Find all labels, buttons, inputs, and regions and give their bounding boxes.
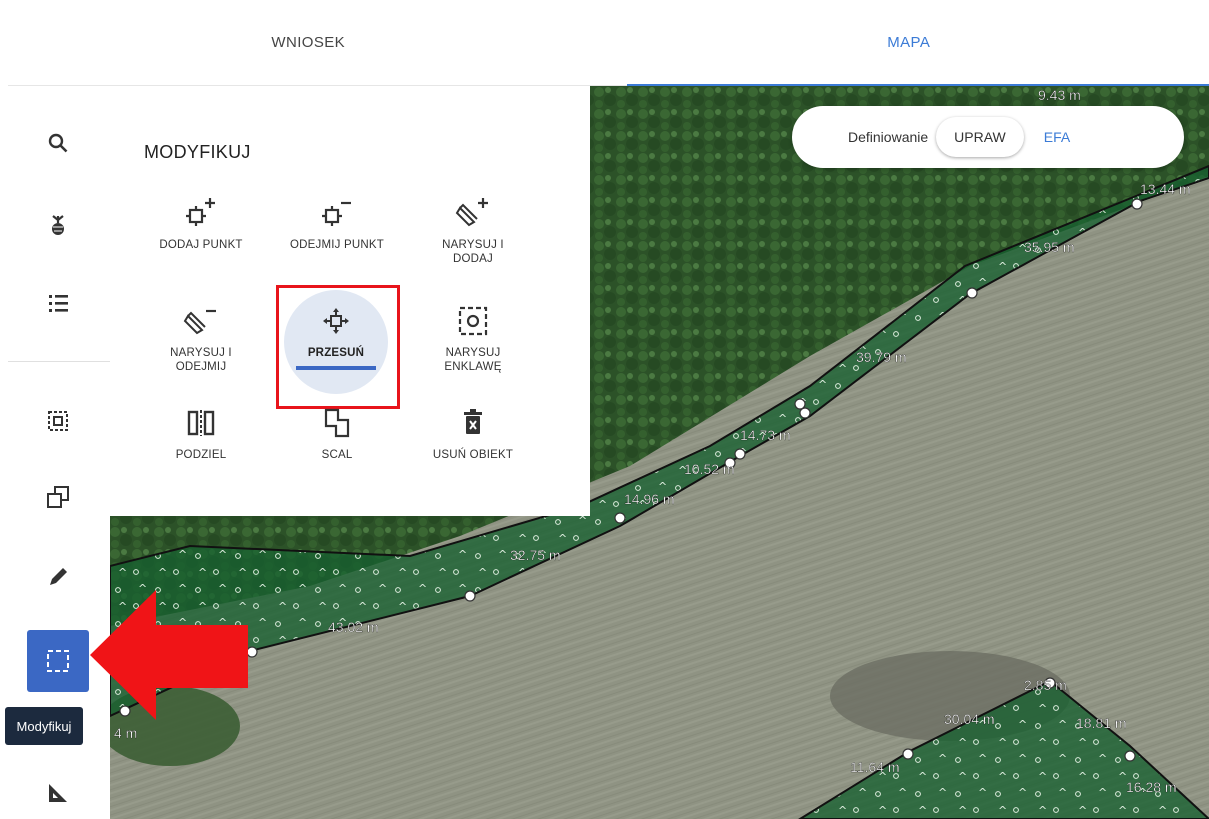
efa-button[interactable]: EFA — [1044, 129, 1070, 145]
sidebar-item-modify[interactable] — [27, 630, 89, 692]
measure-icon — [47, 782, 69, 804]
sidebar-item-crops[interactable] — [27, 194, 89, 256]
map-measure-label: 14.73 m — [740, 427, 791, 443]
sidebar-item-select-area[interactable] — [27, 390, 89, 452]
tool-enclave[interactable]: NARYSUJ ENKLAWĘ — [418, 300, 528, 374]
definiowanie-label: Definiowanie — [848, 129, 929, 145]
tool-label: NARYSUJ I DODAJ — [442, 239, 504, 265]
map-measure-label: 2.85 m — [1024, 677, 1067, 693]
map-measure-label: 13.44 m — [1140, 181, 1191, 197]
map-measure-label: 18.81 m — [1076, 715, 1127, 731]
copy-icon — [46, 485, 70, 509]
tool-remove-point[interactable]: ODEJMIJ PUNKT — [282, 192, 392, 252]
draw-add-icon — [455, 192, 491, 230]
map-measure-label: 10.52 m — [684, 461, 735, 477]
map-measure-label: 39.79 m — [856, 349, 907, 365]
tool-label: DODAJ PUNKT — [159, 239, 243, 251]
modify-icon — [45, 648, 71, 674]
sidebar-item-search[interactable] — [27, 112, 89, 174]
sidebar-item-list[interactable] — [27, 272, 89, 334]
draw-subtract-icon — [183, 300, 219, 338]
search-icon — [47, 132, 69, 154]
tool-label: NARYSUJ ENKLAWĘ — [444, 347, 502, 373]
crop-icon — [47, 213, 69, 237]
map-measure-label: 14.96 m — [624, 491, 675, 507]
tool-label: ODEJMIJ PUNKT — [290, 239, 384, 251]
sidebar-item-copy[interactable] — [27, 466, 89, 528]
pencil-icon — [47, 566, 69, 588]
sidebar-item-measure[interactable] — [27, 762, 89, 819]
definiowanie-toggle: Definiowanie UPRAW EFA — [792, 106, 1184, 168]
remove-point-icon — [320, 192, 354, 230]
sidebar-item-draw[interactable] — [27, 546, 89, 608]
highlight-box — [276, 285, 400, 409]
map-measure-label: 11.64 m — [850, 759, 900, 775]
sidebar-tooltip: Modyfikuj — [5, 707, 83, 745]
tool-label: PODZIEL — [175, 449, 227, 461]
tool-split[interactable]: PODZIEL — [146, 402, 256, 462]
tool-label: NARYSUJ I ODEJMIJ — [170, 347, 232, 373]
tool-delete[interactable]: USUŃ OBIEKT — [418, 402, 528, 462]
tool-label: USUŃ OBIEKT — [432, 449, 514, 461]
map-measure-label: 30.04 m — [944, 711, 995, 727]
tool-merge[interactable]: SCAL — [282, 402, 392, 462]
modify-panel: MODYFIKUJ DODAJ PUNKT ODEJMIJ PUNKT NARY… — [110, 86, 590, 516]
select-area-icon — [47, 410, 69, 432]
tab-mapa[interactable]: MAPA — [609, 0, 1209, 86]
map-measure-label: 35.95 m — [1024, 239, 1075, 255]
annotation-arrow-icon — [90, 590, 248, 720]
map-measure-label: 9.43 m — [1038, 87, 1081, 103]
map-measure-label: 32.75 m — [510, 547, 561, 563]
map-measure-label: 16.28 m — [1126, 779, 1177, 795]
list-icon — [47, 292, 69, 314]
tool-draw-subtract[interactable]: NARYSUJ I ODEJMIJ — [146, 300, 256, 374]
delete-icon — [456, 402, 490, 440]
map-measure-label: 4 m — [114, 725, 137, 741]
tab-wniosek[interactable]: WNIOSEK — [8, 0, 609, 85]
sidebar-divider — [8, 361, 110, 362]
map-measure-label: 43.02 m — [328, 619, 379, 635]
tab-bar: WNIOSEK MAPA — [8, 0, 1209, 86]
upraw-button[interactable]: UPRAW — [936, 117, 1024, 157]
tool-draw-add[interactable]: NARYSUJ I DODAJ — [418, 192, 528, 266]
add-point-icon — [184, 192, 218, 230]
tool-label: SCAL — [321, 449, 353, 461]
panel-title: MODYFIKUJ — [144, 142, 251, 162]
split-icon — [184, 402, 218, 440]
merge-icon — [320, 402, 354, 440]
enclave-icon — [456, 300, 490, 338]
tool-add-point[interactable]: DODAJ PUNKT — [146, 192, 256, 252]
